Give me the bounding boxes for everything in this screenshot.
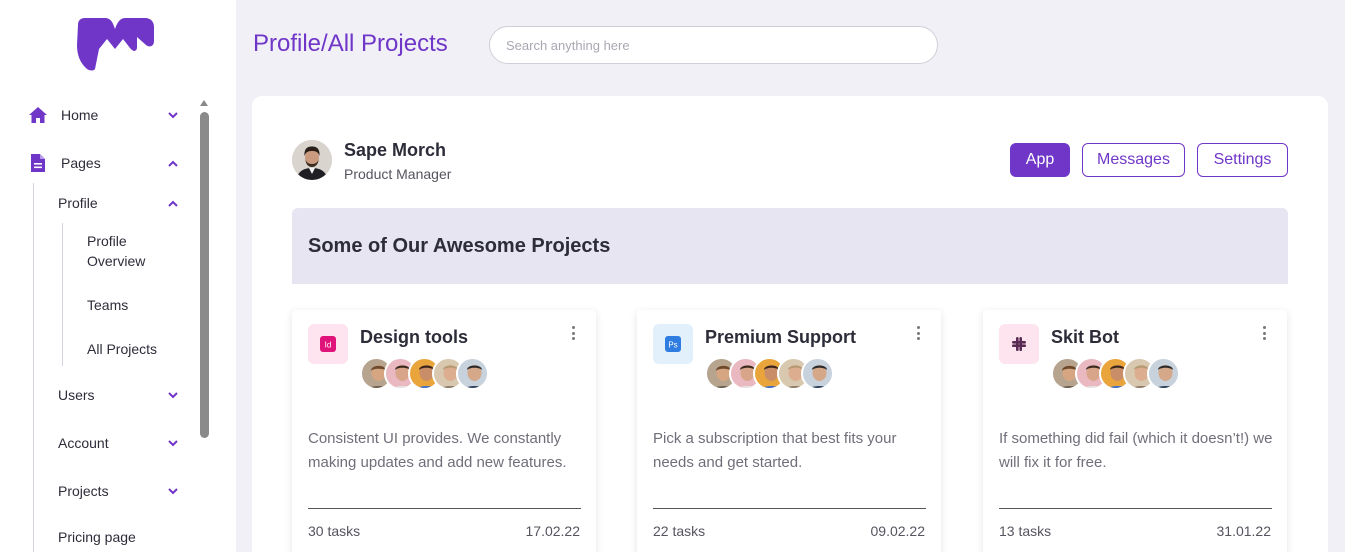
messages-button[interactable]: Messages [1082,143,1185,177]
chevron-down-icon[interactable] [167,109,179,121]
scroll-up-arrow-icon[interactable] [200,100,208,106]
team-avatars [1051,357,1180,390]
chevron-down-icon[interactable] [167,437,179,449]
sidebar-item-label: Users [58,387,95,403]
sidebar-item-label: Projects [58,483,109,499]
sidebar-scrollbar[interactable] [200,100,209,552]
due-date: 09.02.22 [870,523,926,539]
sidebar-item-pages[interactable]: Pages [28,153,184,173]
sidebar-item-pricing-page[interactable]: Pricing page [58,527,136,547]
project-card[interactable]: Skit Bot If something did fail (which it… [983,310,1287,552]
tree-line [62,223,63,366]
slack-icon [999,324,1039,364]
project-card[interactable]: Id Design tools Consistent UI provides. … [292,310,596,552]
chevron-down-icon[interactable] [167,389,179,401]
home-icon [28,105,48,125]
avatar[interactable] [1147,357,1180,390]
avatar[interactable] [292,140,332,180]
due-date: 31.01.22 [1216,523,1272,539]
projects-banner: Some of Our Awesome Projects [292,208,1288,284]
sidebar-item-users[interactable]: Users [58,385,184,405]
chevron-down-icon[interactable] [167,485,179,497]
project-title: Design tools [360,327,469,347]
avatar[interactable] [801,357,834,390]
document-icon [28,153,48,173]
project-title: Premium Support [705,327,857,347]
indesign-icon: Id [308,324,348,364]
project-description: If something did fail (which it doesn’t!… [999,430,1273,471]
task-count: 22 tasks [653,523,706,539]
more-options-icon[interactable] [913,326,923,340]
sidebar-item-account[interactable]: Account [58,433,184,453]
team-avatars [705,357,834,390]
sidebar-item-label: Pages [61,155,101,171]
scroll-thumb[interactable] [200,112,209,438]
sidebar-item-teams[interactable]: Teams [87,295,128,315]
due-date: 17.02.22 [525,523,581,539]
app-button[interactable]: App [1010,143,1070,177]
more-options-icon[interactable] [568,326,578,340]
task-count: 30 tasks [308,523,361,539]
sidebar-item-label: Account [58,435,109,451]
task-count: 13 tasks [999,523,1052,539]
sidebar-item-label: Teams [87,297,129,313]
banner-title: Some of Our Awesome Projects [308,235,611,257]
sidebar-item-label: Home [61,107,99,123]
project-title: Skit Bot [1051,327,1120,347]
divider [308,508,581,509]
team-avatars [360,357,489,390]
sidebar-item-all-projects[interactable]: All Projects [87,339,157,359]
sidebar-item-profile-overview[interactable]: Profile Overview [87,231,177,271]
sidebar-item-label: Pricing page [58,529,136,545]
chevron-up-icon[interactable] [167,197,179,209]
sidebar-item-projects[interactable]: Projects [58,481,184,501]
project-description: Pick a subscription that best fits your … [653,430,897,471]
settings-button[interactable]: Settings [1197,143,1288,177]
main-card: Sape Morch Product Manager App Messages … [252,96,1328,552]
page-title: Profile/All Projects [253,30,448,57]
svg-text:Id: Id [325,341,332,350]
tree-line [33,183,34,552]
user-role: Product Manager [344,166,452,182]
sidebar: Home Pages Profile Profile Overview Team… [0,0,236,552]
user-name: Sape Morch [344,140,447,160]
search-input[interactable] [489,26,938,64]
svg-text:Ps: Ps [668,341,677,350]
sidebar-item-label: Profile Overview [87,233,146,269]
sidebar-item-home[interactable]: Home [28,105,184,125]
divider [999,508,1272,509]
logo-icon[interactable] [75,17,155,71]
sidebar-item-label: Profile [58,195,98,211]
sidebar-item-label: All Projects [87,341,158,357]
photoshop-icon: Ps [653,324,693,364]
avatar[interactable] [456,357,489,390]
project-description: Consistent UI provides. We constantly ma… [308,430,567,471]
chevron-up-icon[interactable] [167,157,179,169]
sidebar-item-profile[interactable]: Profile [58,193,184,213]
project-card[interactable]: Ps Premium Support Pick a subscription t… [637,310,941,552]
more-options-icon[interactable] [1259,326,1269,340]
divider [653,508,926,509]
